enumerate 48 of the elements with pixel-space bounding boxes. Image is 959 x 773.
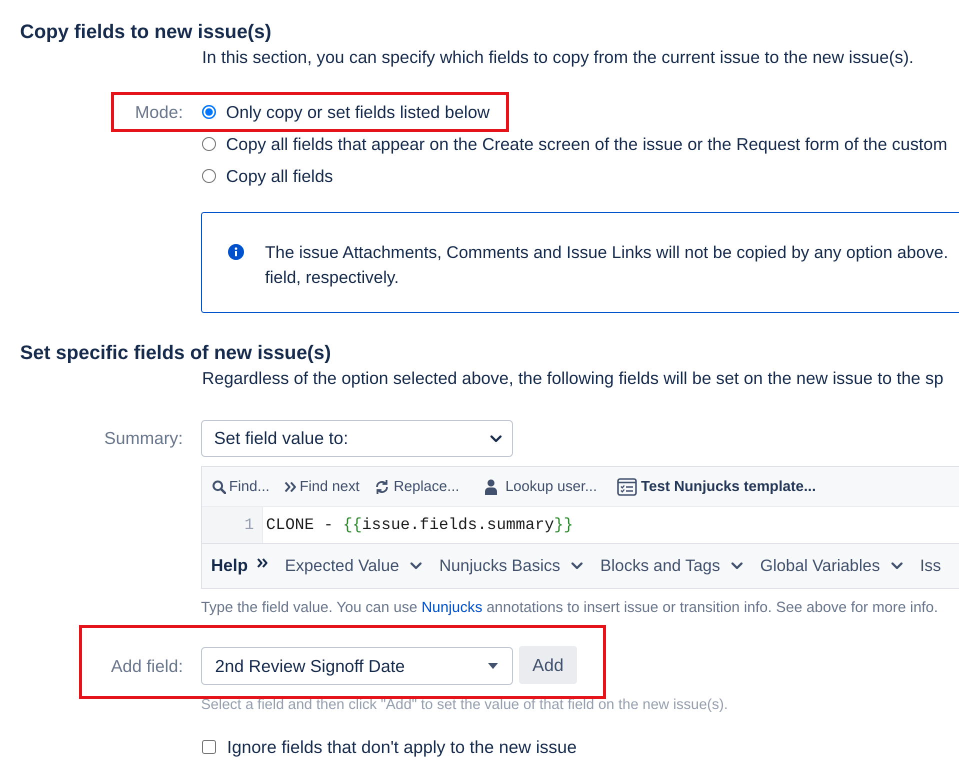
- radio-label[interactable]: Only copy or set fields listed below: [226, 100, 490, 124]
- section-title: Set specific fields of new issue(s): [20, 341, 332, 365]
- lookup-user-button[interactable]: Lookup user...: [485, 478, 597, 494]
- checklist-icon: [617, 478, 637, 496]
- field-label: Add field:: [110, 655, 183, 678]
- chevron-down-icon: [571, 562, 584, 570]
- radio-label[interactable]: Copy all fields: [226, 164, 333, 188]
- circular-arrows-icon: [374, 478, 390, 494]
- help-menu-button[interactable]: Iss: [920, 556, 942, 576]
- checkbox[interactable]: [202, 740, 216, 754]
- field-label: Summary:: [104, 427, 183, 450]
- caret-icon: [488, 663, 498, 669]
- search-icon: [212, 480, 226, 494]
- section-description: In this section, you can specify which fields to copy from the current issue to the new issue(s).: [202, 46, 915, 69]
- test-template-button[interactable]: Test Nunjucks template...: [617, 478, 816, 496]
- find-button[interactable]: Find...: [212, 478, 270, 494]
- radio-label[interactable]: Copy all fields that appear on the Create screen of the issue or the Request form of the custom: [226, 132, 948, 156]
- section-description: Regardless of the option selected above, the following fields will be set on the new issue to the sp: [202, 367, 944, 390]
- help-menu-button[interactable]: Expected Value: [284, 556, 422, 576]
- section-title: Copy fields to new issue(s): [20, 20, 272, 44]
- checkbox-label[interactable]: Ignore fields that don't apply to the new issue: [227, 737, 577, 757]
- info-text: The issue Attachments, Comments and Issue Links will not be copied by any option above. field, respectively.: [265, 242, 948, 289]
- person-icon: [485, 478, 498, 494]
- code-line[interactable]: CLONE - {{issue.fields.summary}}: [263, 507, 574, 543]
- radio-button[interactable]: [202, 137, 216, 151]
- double-chevron-icon: [256, 558, 268, 568]
- field-hint: Select a field and then click "Add" to set the value of that field on the new issue(s).: [201, 696, 729, 714]
- field-hint: Type the field value. You can use Nunjucks annotations to insert issue or transition info. See above for more info.: [201, 599, 940, 618]
- replace-button[interactable]: Replace...: [374, 478, 460, 494]
- help-menu-button[interactable]: Blocks and Tags: [600, 556, 744, 576]
- radio-button[interactable]: [202, 169, 216, 183]
- chevron-down-icon: [490, 434, 502, 442]
- help-menu-button[interactable]: Nunjucks Basics: [439, 556, 584, 576]
- double-chevron-icon: [284, 480, 297, 492]
- info-icon: [228, 244, 244, 260]
- chevron-down-icon: [731, 562, 744, 570]
- field-select[interactable]: 2nd Review Signoff Date: [201, 647, 513, 685]
- value-mode-select[interactable]: Set field value to:: [201, 420, 513, 457]
- add-button[interactable]: Add: [519, 646, 577, 684]
- find-next-button[interactable]: Find next: [284, 478, 360, 494]
- nunjucks-link[interactable]: Nunjucks: [421, 600, 482, 616]
- help-menu-button[interactable]: Global Variables: [760, 556, 903, 576]
- chevron-down-icon: [890, 562, 903, 570]
- help-button[interactable]: Help: [211, 556, 268, 576]
- line-number: 1: [244, 515, 254, 536]
- radio-button[interactable]: [202, 105, 216, 119]
- chevron-down-icon: [410, 562, 422, 570]
- field-label: Mode:: [134, 101, 183, 124]
